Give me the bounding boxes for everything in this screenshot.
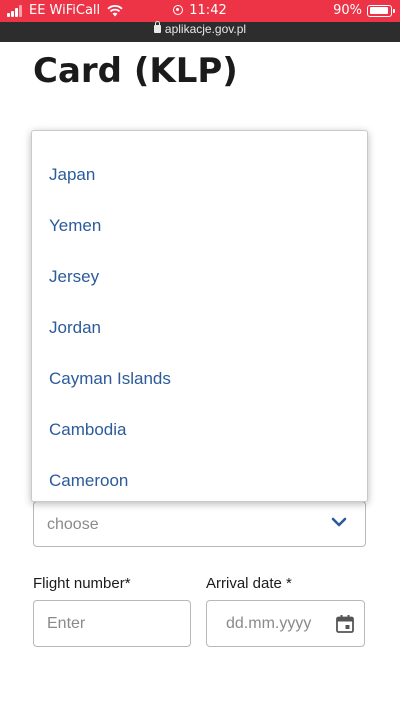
screen-recording-icon xyxy=(173,5,184,15)
option-cambodia[interactable]: Cambodia xyxy=(49,420,127,440)
url-text: aplikacje.gov.pl xyxy=(164,22,247,36)
status-time: 11:42 xyxy=(189,3,227,18)
page-title: Card (KLP) xyxy=(33,51,238,91)
url-bar[interactable]: aplikacje.gov.pl xyxy=(0,21,400,42)
country-select-value: choose xyxy=(47,516,99,533)
option-jordan[interactable]: Jordan xyxy=(49,318,101,338)
chevron-down-icon xyxy=(331,517,347,527)
flight-number-field-wrapper xyxy=(33,600,191,647)
arrival-date-field-wrapper xyxy=(206,600,365,647)
country-select[interactable]: choose xyxy=(33,501,366,547)
arrival-date-input[interactable] xyxy=(207,601,322,646)
flight-number-label: Flight number* xyxy=(33,575,131,592)
status-right: 90% xyxy=(333,3,395,18)
status-bar: EE WiFiCall 11:42 90% xyxy=(0,0,400,22)
option-japan[interactable]: Japan xyxy=(49,165,95,185)
country-dropdown-list: Japan Yemen Jersey Jordan Cayman Islands… xyxy=(31,130,368,502)
battery-icon xyxy=(367,4,395,17)
calendar-icon[interactable] xyxy=(335,614,355,634)
option-cameroon[interactable]: Cameroon xyxy=(49,471,128,491)
option-yemen[interactable]: Yemen xyxy=(49,216,101,236)
option-jersey[interactable]: Jersey xyxy=(49,267,99,287)
battery-level xyxy=(369,7,388,14)
flight-number-input[interactable] xyxy=(34,601,190,646)
option-cayman-islands[interactable]: Cayman Islands xyxy=(49,369,171,389)
arrival-date-label: Arrival date * xyxy=(206,575,292,592)
battery-percent: 90% xyxy=(333,3,362,18)
lock-icon xyxy=(153,21,161,33)
